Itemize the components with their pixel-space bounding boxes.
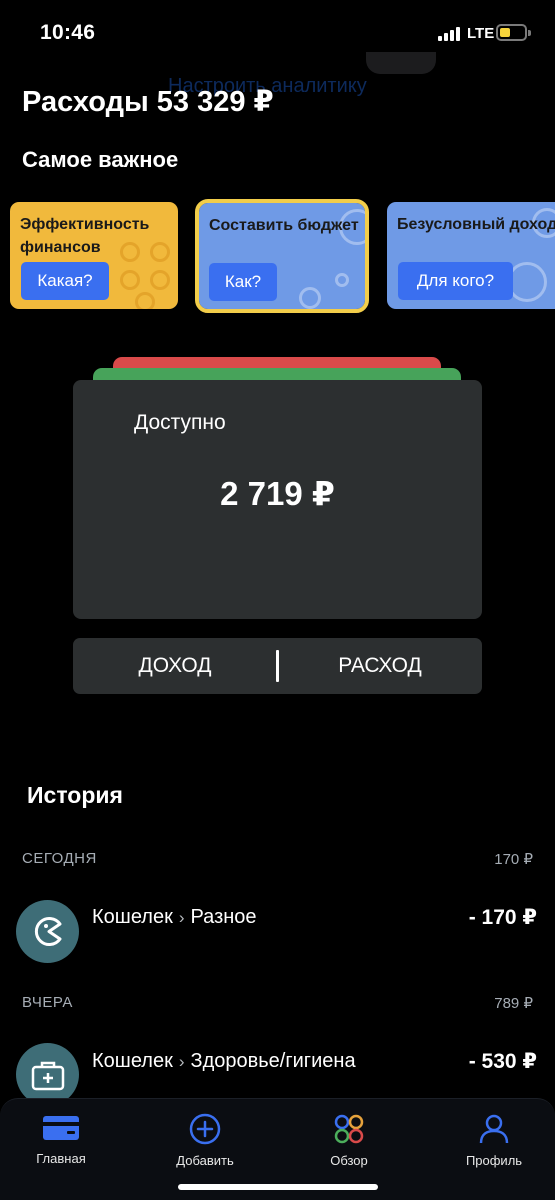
notch (366, 52, 436, 74)
pacman-icon (16, 900, 79, 963)
income-expense-switch: ДОХОД РАСХОД (73, 638, 482, 694)
transaction-category: Разное (190, 906, 257, 928)
home-indicator (178, 1184, 378, 1190)
tab-profile[interactable]: Профиль (439, 1113, 549, 1168)
card-title: Эффективность финансов (20, 216, 150, 256)
first-aid-kit-icon (16, 1043, 79, 1106)
day-label-yesterday: ВЧЕРА (22, 994, 73, 1011)
day-total-yesterday: 789 ₽ (494, 995, 533, 1012)
transaction-name: Кошелек › Здоровье/гигиена (92, 1050, 356, 1073)
income-button[interactable]: ДОХОД (73, 638, 277, 694)
expense-button[interactable]: РАСХОД (278, 638, 482, 694)
tab-label: Главная (36, 1151, 86, 1166)
card-button-how[interactable]: Как? (209, 263, 277, 301)
day-total-today: 170 ₽ (494, 851, 533, 868)
card-button-for-whom[interactable]: Для кого? (398, 262, 513, 300)
circles-icon (334, 1114, 364, 1144)
tab-overview[interactable]: Обзор (294, 1113, 404, 1168)
wallet-label: Доступно (134, 411, 226, 434)
transaction-amount: - 170 ₽ (468, 906, 537, 929)
signal-icon (438, 27, 460, 41)
status-bar: 10:46 LTE (0, 0, 555, 74)
history-title: История (27, 782, 123, 808)
story-card-efficiency[interactable]: Эффективность финансов Какая? (10, 202, 178, 309)
person-icon (479, 1114, 509, 1144)
transaction-name: Кошелек › Разное (92, 906, 257, 929)
battery-icon (496, 24, 531, 41)
card-title: Безусловный доход (397, 216, 555, 233)
tab-add[interactable]: Добавить (150, 1113, 260, 1168)
story-card-basic-income[interactable]: Безусловный доход Для кого? (387, 202, 555, 309)
story-card-budget[interactable]: Составить бюджет Как? (195, 199, 369, 313)
transaction-amount: - 530 ₽ (468, 1050, 537, 1073)
transaction-account: Кошелек (92, 906, 173, 928)
wallet-amount: 2 719 ₽ (220, 475, 335, 512)
chevron-right-icon: › (178, 1052, 185, 1071)
tab-home[interactable]: Главная (6, 1113, 116, 1166)
day-label-today: СЕГОДНЯ (22, 850, 97, 867)
chevron-right-icon: › (178, 908, 185, 927)
network-label: LTE (467, 25, 495, 42)
wallet-card[interactable]: Доступно 2 719 ₽ (73, 380, 482, 619)
section-title: Самое важное (22, 147, 179, 172)
card-title: Составить бюджет (209, 217, 359, 234)
tab-label: Обзор (330, 1153, 368, 1168)
page-title: Расходы 53 329 ₽ (22, 86, 274, 118)
transaction-category: Здоровье/гигиена (190, 1050, 356, 1072)
plus-circle-icon (189, 1113, 221, 1145)
card-button-which[interactable]: Какая? (21, 262, 109, 300)
transaction-account: Кошелек (92, 1050, 173, 1072)
tab-label: Профиль (465, 1153, 523, 1168)
card-icon (43, 1116, 79, 1140)
tab-label: Добавить (176, 1153, 234, 1168)
status-time: 10:46 (40, 21, 96, 44)
